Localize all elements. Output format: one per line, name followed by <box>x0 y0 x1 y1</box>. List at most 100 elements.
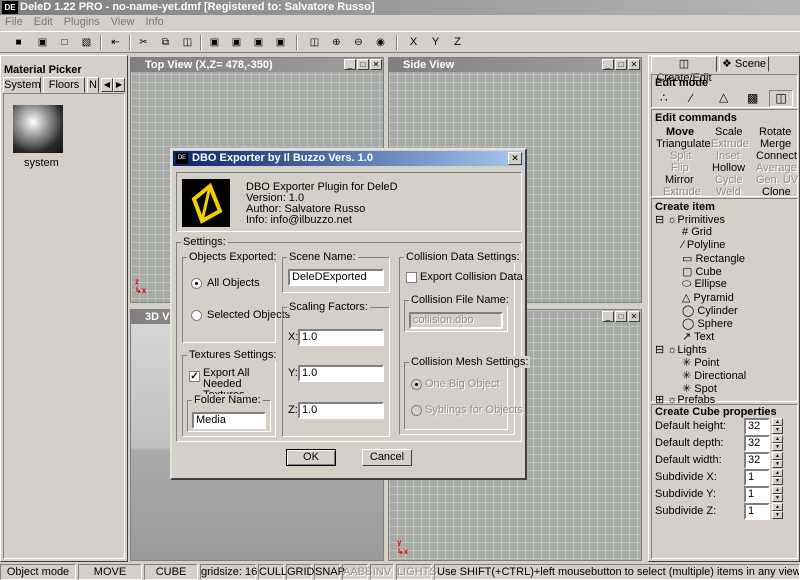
rotate-command[interactable]: Rotate <box>759 126 791 138</box>
default-depth-input[interactable]: 32 <box>744 435 770 452</box>
connect-command[interactable]: Connect <box>756 150 797 162</box>
status-grid-toggle[interactable]: GRID <box>286 564 315 580</box>
tree-primitives[interactable]: ⊟ ☼Primitives <box>655 213 725 226</box>
zoom-extents-icon[interactable]: ◫ <box>305 34 324 51</box>
default-width-input[interactable]: 32 <box>744 452 770 469</box>
subdivide-y-spinner[interactable]: ▲ ▼ <box>772 486 783 502</box>
weld-command[interactable]: Weld <box>716 186 741 198</box>
menu-file[interactable]: File <box>0 15 29 29</box>
default-width-spinner[interactable]: ▲ ▼ <box>772 452 783 468</box>
subdivide-x-input[interactable]: 1 <box>744 469 770 486</box>
vertex-mode-icon[interactable]: ∴ <box>660 91 668 105</box>
viewport-side-icon[interactable]: ▣ <box>227 34 246 51</box>
subdivide-y-input[interactable]: 1 <box>744 486 770 503</box>
tab-floors[interactable]: Floors <box>43 77 85 93</box>
minimize-icon[interactable]: _ <box>602 59 614 70</box>
flip-command[interactable]: Flip <box>671 162 689 174</box>
object-mode-icon[interactable]: ▩ <box>747 91 758 105</box>
axis-x-button[interactable]: X <box>404 34 423 51</box>
menu-info[interactable]: Info <box>140 15 169 29</box>
maximize-icon[interactable]: □ <box>615 311 627 322</box>
clone-command[interactable]: Clone <box>762 186 791 198</box>
polygon-mode-icon[interactable]: △ <box>719 90 728 104</box>
tree-item-directional[interactable]: ✳ Directional <box>682 369 746 382</box>
copy-icon[interactable]: ⧉ <box>156 34 175 51</box>
tab-scroll-left-button[interactable]: ◀ <box>101 78 113 92</box>
subdivide-z-spinner[interactable]: ▲ ▼ <box>772 503 783 519</box>
tree-lights[interactable]: ⊟ ☼Lights <box>655 343 707 356</box>
collapse-icon[interactable]: ⊟ <box>655 214 664 226</box>
merge-command[interactable]: Merge <box>760 138 791 150</box>
tab-scene[interactable]: ❖ Scene <box>719 56 769 72</box>
scene-name-input[interactable]: DeleDExported <box>288 269 384 286</box>
cycle-command[interactable]: Cycle <box>715 174 743 186</box>
export-textures-checkbox[interactable]: ✓ <box>189 371 200 382</box>
selected-objects-radio[interactable] <box>191 310 202 321</box>
extrude-command[interactable]: Extrude <box>711 138 749 150</box>
scale-command[interactable]: Scale <box>715 126 743 138</box>
open-file-icon[interactable]: ▧ <box>77 34 96 51</box>
subdivide-z-input[interactable]: 1 <box>744 503 770 520</box>
triangulate-command[interactable]: Triangulate <box>656 138 711 150</box>
status-inv-toggle[interactable]: INV <box>370 564 394 580</box>
tree-item-rectangle[interactable]: ▭ Rectangle <box>682 252 745 265</box>
viewport-top-icon[interactable]: ▣ <box>205 34 224 51</box>
extrude2-command[interactable]: Extrude <box>663 186 701 198</box>
menu-plugins[interactable]: Plugins <box>59 15 106 29</box>
default-depth-spinner[interactable]: ▲ ▼ <box>772 435 783 451</box>
tree-item-grid[interactable]: # Grid <box>682 226 712 238</box>
minimize-icon[interactable]: _ <box>344 59 356 70</box>
siblings-radio[interactable] <box>411 405 422 416</box>
cut-icon[interactable]: ✂ <box>134 34 153 51</box>
close-icon[interactable]: ✕ <box>628 311 640 322</box>
tree-item-point[interactable]: ✳ Point <box>682 356 719 369</box>
tab-scroll-right-button[interactable]: ▶ <box>113 78 125 92</box>
tree-item-polyline[interactable]: ∕ Polyline <box>682 239 725 251</box>
move-command[interactable]: Move <box>666 126 694 138</box>
status-lights-toggle[interactable]: LIGHTS <box>396 564 437 580</box>
hollow-command[interactable]: Hollow <box>712 162 745 174</box>
tab-create-edit[interactable]: ◫ Create/Edit <box>651 56 717 84</box>
viewport-3d-icon[interactable]: ▣ <box>271 34 290 51</box>
close-icon[interactable]: ✕ <box>370 59 382 70</box>
maximize-icon[interactable]: □ <box>357 59 369 70</box>
axis-z-button[interactable]: Z <box>448 34 467 51</box>
zoom-out-icon[interactable]: ⊖ <box>349 34 368 51</box>
status-cull-toggle[interactable]: CULL <box>258 564 287 580</box>
viewport-front-icon[interactable]: ▣ <box>249 34 268 51</box>
axis-y-button[interactable]: Y <box>426 34 445 51</box>
tree-item-text[interactable]: ↗ Text <box>682 330 714 343</box>
inset-command[interactable]: Inset <box>716 150 740 162</box>
tree-item-sphere[interactable]: ◯ Sphere <box>682 317 733 330</box>
tree-item-cylinder[interactable]: ◯ Cylinder <box>682 304 738 317</box>
tab-system[interactable]: System <box>3 77 41 93</box>
undo-icon[interactable]: ⇤ <box>106 34 125 51</box>
export-collision-checkbox[interactable] <box>406 272 417 283</box>
zoom-in-icon[interactable]: ⊕ <box>327 34 346 51</box>
collapse-icon[interactable]: ⊟ <box>655 344 664 356</box>
material-thumbnail[interactable] <box>13 105 63 153</box>
new-file-icon[interactable]: □ <box>55 34 74 51</box>
dialog-close-button[interactable]: ✕ <box>508 152 522 165</box>
one-big-object-radio[interactable] <box>411 379 422 390</box>
tree-item-ellipse[interactable]: ⬭ Ellipse <box>682 278 727 291</box>
minimize-icon[interactable]: _ <box>602 311 614 322</box>
folder-name-input[interactable]: Media <box>192 412 266 429</box>
menu-view[interactable]: View <box>106 15 141 29</box>
cube-mode-icon[interactable]: ◫ <box>769 90 793 107</box>
default-height-input[interactable]: 32 <box>744 418 770 435</box>
mirror-command[interactable]: Mirror <box>665 174 694 186</box>
save-icon[interactable]: ■ <box>9 34 28 51</box>
split-command[interactable]: Split <box>670 150 691 162</box>
tree-item-cube[interactable]: ▢ Cube <box>682 265 722 278</box>
gen-uv-command[interactable]: Gen. UV <box>756 174 798 186</box>
status-snap-toggle[interactable]: SNAP <box>314 564 345 580</box>
all-objects-radio[interactable] <box>191 278 202 289</box>
ok-button[interactable]: OK <box>286 449 336 466</box>
average-command[interactable]: Average <box>756 162 797 174</box>
status-aabb-toggle[interactable]: AABB <box>342 564 372 580</box>
subdivide-x-spinner[interactable]: ▲ ▼ <box>772 469 783 485</box>
collision-file-input[interactable]: collision.dbo <box>409 312 503 329</box>
cancel-button[interactable]: Cancel <box>362 449 412 466</box>
edge-mode-icon[interactable]: ∕ <box>690 91 692 105</box>
